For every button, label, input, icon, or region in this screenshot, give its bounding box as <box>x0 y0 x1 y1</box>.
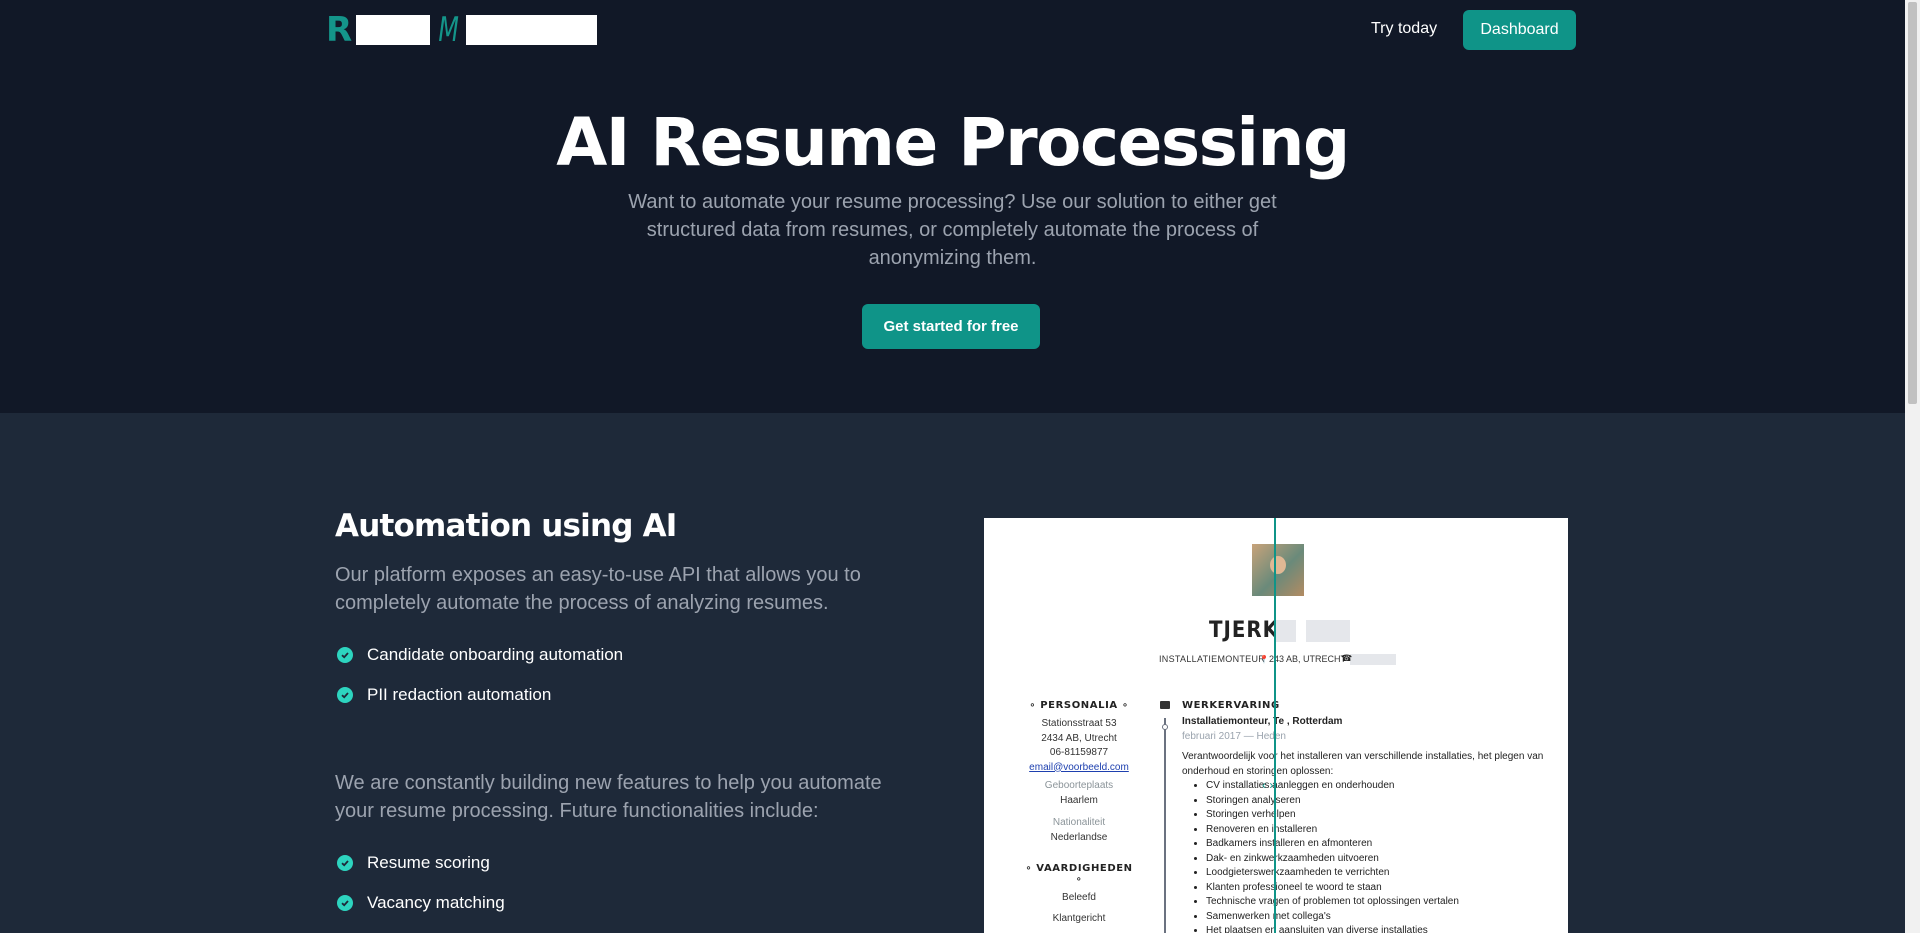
features-title: Automation using AI <box>335 508 677 544</box>
resume-preview: TJERK INSTALLATIEMONTEUR 📍243 AB, UTRECH… <box>984 518 1568 933</box>
nationality-value: Nederlandse <box>1050 831 1108 843</box>
timeline-line <box>1164 718 1166 933</box>
job-bullet: Dak- en zinkwerkzaamheden uitvoeren <box>1206 852 1552 867</box>
future-feature-item: Resume scoring <box>337 853 490 873</box>
resume-email[interactable]: email@voorbeeld.com <box>1024 761 1134 776</box>
future-feature-label: Resume scoring <box>367 853 490 872</box>
job-description: Verantwoordelijk voor het installeren va… <box>1182 751 1544 777</box>
nationality-label: Nationaliteit <box>1052 817 1106 828</box>
feature-item: Candidate onboarding automation <box>337 645 623 665</box>
check-circle-icon <box>337 647 353 663</box>
skill-item: Klantgericht <box>1052 912 1106 924</box>
redaction-block <box>1276 620 1296 642</box>
hero-title: AI Resume Processing <box>556 104 1350 181</box>
logo-redaction <box>465 15 597 45</box>
check-circle-icon <box>337 855 353 871</box>
check-circle-icon <box>337 687 353 703</box>
features-intro: Our platform exposes an easy-to-use API … <box>335 564 861 614</box>
job-dates: februari 2017 — Heden <box>1182 730 1286 742</box>
slider-arrows-icon[interactable]: ‹ › <box>1262 778 1273 792</box>
resume-right-column: WERKERVARING Installatiemonteur, Te , Ro… <box>1182 700 1552 933</box>
get-started-button[interactable]: Get started for free <box>862 304 1040 349</box>
resume-address: 📍243 AB, UTRECHT <box>1259 654 1346 664</box>
birthplace-value: Haarlem <box>1060 794 1098 806</box>
job-bullet: Samenwerken met collega's <box>1206 910 1552 925</box>
job-bullet: Renoveren en installeren <box>1206 823 1552 838</box>
resume-name: TJERK <box>1209 618 1279 643</box>
job-bullet: Storingen verhelpen <box>1206 808 1552 823</box>
logo-letter-r: R <box>326 10 353 50</box>
job-bullet: Het plaatsen en aansluiten van diverse i… <box>1206 924 1552 933</box>
job-bullet: Klanten professioneel te woord te staan <box>1206 881 1552 896</box>
timeline-dot <box>1162 724 1168 730</box>
hero-section: R M Try today Dashboard AI Resume Proces… <box>0 0 1905 413</box>
feature-item-label: Candidate onboarding automation <box>367 645 624 664</box>
job-bullet: Storingen analyseren <box>1206 794 1552 809</box>
job-bullet: CV installaties aanleggen en onderhouden <box>1206 779 1552 794</box>
resume-postal: 2434 AB, Utrecht <box>1041 732 1117 744</box>
skill-item: Beleefd <box>1062 892 1096 903</box>
comparison-slider-line[interactable] <box>1274 518 1276 933</box>
location-pin-icon: 📍 <box>1259 655 1269 664</box>
job-bullets: CV installaties aanleggen en onderhouden… <box>1206 779 1552 933</box>
future-feature-item: Vacancy matching <box>337 893 505 913</box>
resume-photo <box>1252 544 1304 596</box>
hero-subtitle: Want to automate your resume processing?… <box>628 191 1277 269</box>
future-feature-label: Vacancy matching <box>367 893 505 912</box>
logo-redaction <box>356 15 431 45</box>
resume-phone: 06-81159877 <box>1049 747 1109 758</box>
experience-heading: WERKERVARING <box>1182 700 1280 711</box>
resume-street: Stationsstraat 53 <box>1041 718 1117 729</box>
redaction-block <box>1306 620 1350 642</box>
job-bullet: Loodgieterswerkzaamheden te verrichten <box>1206 866 1552 881</box>
logo-letter-m: M <box>438 10 460 50</box>
birthplace-label: Geboorteplaats <box>1044 780 1114 791</box>
job-bullet: Badkamers installeren en afmonteren <box>1206 837 1552 852</box>
resume-role: INSTALLATIEMONTEUR <box>1159 654 1266 664</box>
resume-left-column: ∘ PERSONALIA ∘ Stationsstraat 53 2434 AB… <box>1024 700 1134 926</box>
check-circle-icon <box>337 895 353 911</box>
future-features-intro: We are constantly building new features … <box>335 772 882 822</box>
try-today-link[interactable]: Try today <box>1371 20 1437 38</box>
skills-heading: ∘ VAARDIGHEDEN ∘ <box>1025 863 1133 885</box>
dashboard-button[interactable]: Dashboard <box>1463 10 1576 50</box>
briefcase-icon <box>1160 701 1170 709</box>
scrollbar-thumb[interactable] <box>1908 2 1917 404</box>
logo[interactable]: R M <box>326 10 597 50</box>
feature-item: PII redaction automation <box>337 685 551 705</box>
feature-item-label: PII redaction automation <box>367 685 552 704</box>
phone-icon: ☎ <box>1341 653 1353 663</box>
redaction-block <box>1350 654 1396 665</box>
job-bullet: Technische vragen of problemen tot oplos… <box>1206 895 1552 910</box>
job-title: Installatiemonteur, Te , Rotterdam <box>1182 716 1343 727</box>
personalia-heading: ∘ PERSONALIA ∘ <box>1029 700 1129 711</box>
